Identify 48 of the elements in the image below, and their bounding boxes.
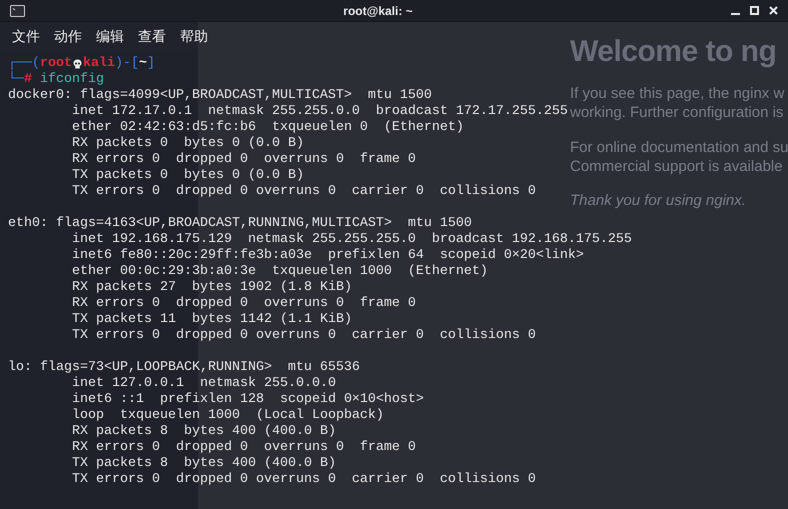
skull-icon xyxy=(73,59,82,69)
page-text-line: For online documentation and su xyxy=(570,138,788,157)
prompt-line: └─ xyxy=(8,72,24,88)
output-line: RX errors 0 dropped 0 overruns 0 frame 0 xyxy=(72,152,416,168)
prompt-line: ┌──( xyxy=(8,56,40,71)
output-line: TX errors 0 dropped 0 overruns 0 carrier 0 collisions 0 xyxy=(72,472,536,488)
menu-item[interactable]: 编辑 xyxy=(96,26,124,46)
output-line: TX packets 8 bytes 400 (400.0 B) xyxy=(72,456,336,472)
output-line: eth0: flags=4163<UP,BROADCAST,RUNNING,MULTICAST> mtu 1500 xyxy=(8,216,472,232)
output-line: ether 02:42:63:d5:fc:b6 txqueuelen 0 (Ethernet) xyxy=(72,120,464,136)
prompt-user: root xyxy=(40,56,72,72)
command-text: ifconfig xyxy=(40,72,104,88)
menu-item[interactable]: 动作 xyxy=(54,26,82,46)
output-line: lo: flags=73<UP,LOOPBACK,RUNNING> mtu 65536 xyxy=(8,360,360,376)
close-icon[interactable] xyxy=(769,6,778,15)
output-line: RX packets 0 bytes 0 (0.0 B) xyxy=(72,136,304,152)
output-line: inet 192.168.175.129 netmask 255.255.255.0 broadcast 192.168.175.255 xyxy=(72,232,632,248)
output-line: inet6 fe80::20c:29ff:fe3b:a03e prefixlen 64 scopeid 0×20<link> xyxy=(72,248,584,264)
output-line: docker0: flags=4099<UP,BROADCAST,MULTICAST> mtu 1500 xyxy=(8,88,432,104)
output-line: RX errors 0 dropped 0 overruns 0 frame 0 xyxy=(72,440,416,456)
output-line: loop txqueuelen 1000 (Local Loopback) xyxy=(72,408,384,424)
menu-item[interactable]: 查看 xyxy=(138,26,166,46)
page-text-line: working. Further configuration is xyxy=(570,103,784,122)
prompt-host: kali xyxy=(83,56,115,72)
window-title: root@kali: ~ xyxy=(342,2,414,20)
output-line: TX errors 0 dropped 0 overruns 0 carrier 0 collisions 0 xyxy=(72,184,536,200)
output-line: TX errors 0 dropped 0 overruns 0 carrier 0 collisions 0 xyxy=(72,328,536,344)
output-line: RX errors 0 dropped 0 overruns 0 frame 0 xyxy=(72,296,416,312)
output-line: ether 00:0c:29:3b:a0:3e txqueuelen 1000 (Ethernet) xyxy=(72,264,488,280)
page-heading: Welcome to ng xyxy=(570,34,778,70)
page-text-line: If you see this page, the nginx w xyxy=(570,84,784,103)
prompt-bracket: ] xyxy=(147,56,155,72)
output-line: RX packets 27 bytes 1902 (1.8 KiB) xyxy=(72,280,352,296)
output-line: TX packets 0 bytes 0 (0.0 B) xyxy=(72,168,304,184)
output-line: inet 127.0.0.1 netmask 255.0.0.0 xyxy=(72,376,336,392)
menu-item[interactable]: 文件 xyxy=(12,26,40,46)
page-closing-text: Thank you for using nginx. xyxy=(570,191,746,210)
maximize-icon[interactable] xyxy=(750,6,759,15)
output-line: inet6 ::1 prefixlen 128 scopeid 0×10<host> xyxy=(72,392,424,408)
output-line: RX packets 8 bytes 400 (400.0 B) xyxy=(72,424,336,440)
output-line: TX packets 11 bytes 1142 (1.1 KiB) xyxy=(72,312,352,328)
prompt-symbol: # xyxy=(24,72,32,88)
output-line: inet 172.17.0.1 netmask 255.255.0.0 broadcast 172.17.255.255 xyxy=(72,104,568,120)
terminal-icon xyxy=(10,4,25,16)
prompt-bracket: )-[ xyxy=(115,56,139,72)
page-text-line: Commercial support is available xyxy=(570,157,783,176)
prompt-directory: ~ xyxy=(139,56,147,72)
menu-item[interactable]: 帮助 xyxy=(180,26,208,46)
